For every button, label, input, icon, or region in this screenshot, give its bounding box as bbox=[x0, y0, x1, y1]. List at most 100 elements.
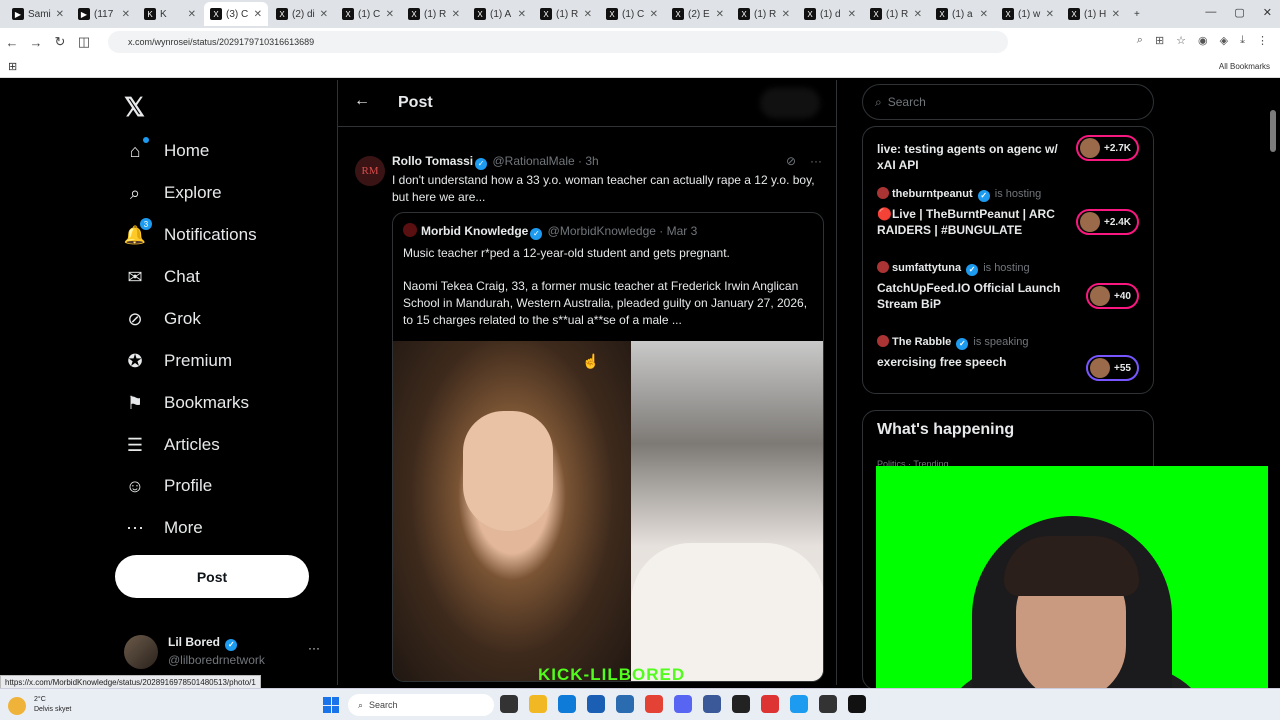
photo-portrait[interactable] bbox=[393, 341, 631, 681]
nav-item-bookmarks[interactable]: ⚑ Bookmarks bbox=[124, 392, 249, 414]
close-tab-icon[interactable]: ✕ bbox=[122, 9, 130, 20]
browser-tab[interactable]: X (1) d ✕ bbox=[798, 2, 862, 26]
maximize-icon[interactable]: ▢ bbox=[1234, 6, 1244, 19]
close-tab-icon[interactable]: ✕ bbox=[650, 9, 658, 20]
app-icon[interactable] bbox=[790, 695, 808, 713]
store-icon[interactable] bbox=[587, 695, 605, 713]
close-tab-icon[interactable]: ✕ bbox=[452, 9, 460, 20]
extension-icon[interactable]: ◈ bbox=[1220, 34, 1228, 47]
nav-item-articles[interactable]: ☰ Articles bbox=[124, 434, 220, 456]
nav-item-notifications[interactable]: 🔔 3 Notifications bbox=[124, 218, 257, 246]
close-icon[interactable]: ✕ bbox=[1263, 6, 1272, 19]
browser-tab[interactable]: X (1) R ✕ bbox=[402, 2, 466, 26]
quote-time[interactable]: · Mar 3 bbox=[659, 224, 697, 238]
obs-icon[interactable] bbox=[732, 695, 750, 713]
browser-tab[interactable]: X (1) R ✕ bbox=[534, 2, 598, 26]
avatar[interactable]: RM bbox=[355, 156, 385, 186]
nav-item-premium[interactable]: ✪ Premium bbox=[124, 350, 232, 372]
apps-icon[interactable]: ⊞ bbox=[8, 60, 17, 73]
app-icon[interactable] bbox=[703, 695, 721, 713]
app-icon[interactable] bbox=[819, 695, 837, 713]
browser-tab[interactable]: X (1) A ✕ bbox=[468, 2, 532, 26]
browser-tab[interactable]: K K ✕ bbox=[138, 2, 202, 26]
post-button[interactable]: Post bbox=[115, 555, 309, 598]
all-bookmarks-link[interactable]: All Bookmarks bbox=[1219, 62, 1270, 71]
nav-item-explore[interactable]: ⌕ Explore bbox=[124, 182, 222, 204]
browser-tab[interactable]: X (1) C ✕ bbox=[336, 2, 400, 26]
close-tab-icon[interactable]: ✕ bbox=[584, 9, 592, 20]
download-icon[interactable]: ⤓ bbox=[1240, 34, 1245, 47]
app-icon[interactable] bbox=[761, 695, 779, 713]
search-input[interactable]: ⌕ Search bbox=[862, 84, 1154, 120]
sidepanel-icon[interactable]: ◫ bbox=[72, 34, 96, 50]
task-view-icon[interactable] bbox=[500, 695, 518, 713]
nav-item-chat[interactable]: ✉ Chat bbox=[124, 266, 199, 288]
quote-photo[interactable] bbox=[393, 341, 823, 681]
app-icon[interactable] bbox=[616, 695, 634, 713]
avatar[interactable] bbox=[403, 223, 417, 237]
browser-tab[interactable]: X (1) H ✕ bbox=[1062, 2, 1126, 26]
close-tab-icon[interactable]: ✕ bbox=[518, 9, 526, 20]
close-tab-icon[interactable]: ✕ bbox=[386, 9, 394, 20]
minimize-icon[interactable]: — bbox=[1205, 6, 1216, 19]
grok-icon[interactable]: ⊘ bbox=[786, 154, 796, 168]
more-icon[interactable]: ··· bbox=[810, 154, 822, 168]
listener-count-pill[interactable]: +2.4K bbox=[1076, 209, 1139, 235]
scrollbar[interactable] bbox=[1270, 110, 1276, 152]
browser-tab[interactable]: ▶ (117 ✕ bbox=[72, 2, 136, 26]
close-tab-icon[interactable]: ✕ bbox=[56, 9, 64, 20]
browser-tab[interactable]: X (1) R ✕ bbox=[864, 2, 928, 26]
menu-icon[interactable]: ⋮ bbox=[1257, 34, 1268, 47]
account-switcher[interactable]: Lil Bored ✓ @lilboredrnetwork ··· bbox=[124, 633, 324, 673]
blurred-button[interactable] bbox=[760, 88, 820, 118]
close-tab-icon[interactable]: ✕ bbox=[254, 9, 262, 20]
close-tab-icon[interactable]: ✕ bbox=[980, 9, 988, 20]
listener-count-pill[interactable]: +40 bbox=[1086, 283, 1139, 309]
browser-tab[interactable]: X (3) C ✕ bbox=[204, 2, 268, 26]
discord-icon[interactable] bbox=[674, 695, 692, 713]
new-tab-icon[interactable]: + bbox=[1128, 2, 1148, 26]
close-tab-icon[interactable]: ✕ bbox=[848, 9, 856, 20]
taskbar-search[interactable]: ⌕ Search bbox=[348, 694, 494, 716]
browser-tab[interactable]: X (1) R ✕ bbox=[732, 2, 796, 26]
more-icon[interactable]: ··· bbox=[308, 641, 320, 655]
photo-wedding[interactable] bbox=[631, 341, 823, 681]
listener-count-pill[interactable]: +2.7K bbox=[1076, 135, 1139, 161]
browser-tab[interactable]: X (2) di ✕ bbox=[270, 2, 334, 26]
back-arrow-icon[interactable]: ← bbox=[354, 92, 370, 110]
close-tab-icon[interactable]: ✕ bbox=[782, 9, 790, 20]
close-tab-icon[interactable]: ✕ bbox=[914, 9, 922, 20]
start-icon[interactable] bbox=[323, 697, 339, 713]
browser-tab[interactable]: X (1) a ✕ bbox=[930, 2, 994, 26]
author-handle[interactable]: @RationalMale bbox=[492, 154, 574, 168]
quote-author-name[interactable]: Morbid Knowledge bbox=[421, 224, 528, 238]
forward-icon[interactable]: → bbox=[24, 35, 48, 50]
app-icon[interactable] bbox=[848, 695, 866, 713]
browser-tab[interactable]: X (1) w ✕ bbox=[996, 2, 1060, 26]
install-icon[interactable]: ⊞ bbox=[1155, 34, 1164, 47]
close-tab-icon[interactable]: ✕ bbox=[716, 9, 724, 20]
nav-item-more[interactable]: ⋯ More bbox=[124, 517, 203, 539]
tweet-time[interactable]: · 3h bbox=[578, 154, 599, 168]
author-name[interactable]: Rollo Tomassi bbox=[392, 154, 473, 168]
close-tab-icon[interactable]: ✕ bbox=[1112, 9, 1120, 20]
extension-icon[interactable]: ◉ bbox=[1198, 34, 1208, 47]
url-input[interactable]: x.com/wynrosei/status/202917971031661368… bbox=[108, 31, 1008, 53]
edge-icon[interactable] bbox=[558, 695, 576, 713]
close-tab-icon[interactable]: ✕ bbox=[320, 9, 328, 20]
browser-tab[interactable]: ▶ Sami ✕ bbox=[6, 2, 70, 26]
quoted-tweet[interactable]: Morbid Knowledge ✓ @MorbidKnowledge · Mar… bbox=[392, 212, 824, 682]
close-tab-icon[interactable]: ✕ bbox=[1046, 9, 1054, 20]
chrome-icon[interactable] bbox=[645, 695, 663, 713]
x-logo-icon[interactable]: 𝕏 bbox=[124, 92, 145, 123]
back-icon[interactable]: ← bbox=[0, 35, 24, 50]
listener-count-pill[interactable]: +55 bbox=[1086, 355, 1139, 381]
quote-author-handle[interactable]: @MorbidKnowledge bbox=[548, 224, 656, 238]
nav-item-grok[interactable]: ⊘ Grok bbox=[124, 308, 200, 330]
browser-tab[interactable]: X (2) E ✕ bbox=[666, 2, 730, 26]
close-tab-icon[interactable]: ✕ bbox=[188, 9, 196, 20]
nav-item-profile[interactable]: ☺ Profile bbox=[124, 475, 212, 497]
zoom-icon[interactable]: ⌕ bbox=[1137, 34, 1143, 47]
browser-tab[interactable]: X (1) C ✕ bbox=[600, 2, 664, 26]
reload-icon[interactable]: ↻ bbox=[48, 34, 72, 50]
